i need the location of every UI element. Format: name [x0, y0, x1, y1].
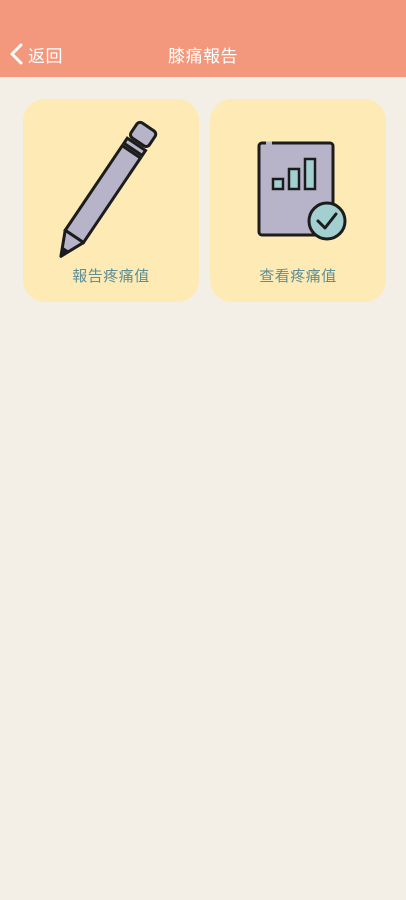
header-bar: 返回 膝痛報告 — [0, 0, 406, 77]
page-title: 膝痛報告 — [168, 47, 238, 67]
report-pain-label: 報告疼痛值 — [72, 267, 150, 285]
view-pain-label: 查看疼痛值 — [259, 267, 337, 285]
report-pain-card[interactable]: 報告疼痛值 — [23, 99, 199, 302]
view-pain-card[interactable]: 查看疼痛值 — [210, 99, 386, 302]
